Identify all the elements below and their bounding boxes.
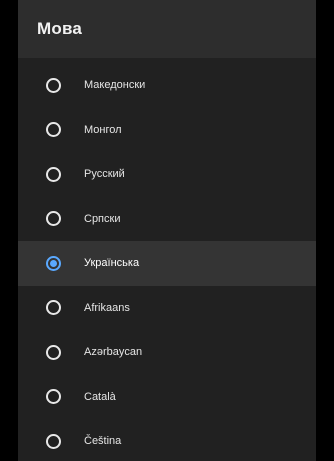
radio-button-icon [46, 389, 61, 405]
radio-button-icon [46, 344, 61, 360]
radio-button-icon [46, 433, 61, 449]
language-option-catalan[interactable]: Català [18, 375, 316, 420]
page-title: Мова [37, 19, 83, 38]
radio-button-icon [46, 255, 61, 271]
language-settings-panel: Мова Македонски Монгол Русский Српски Ук… [18, 0, 316, 461]
language-option-russian[interactable]: Русский [18, 152, 316, 197]
language-option-label: Українська [84, 257, 140, 270]
radio-button-icon [46, 211, 61, 227]
language-option-macedonian[interactable]: Македонски [18, 63, 316, 108]
language-option-label: Македонски [84, 79, 146, 92]
language-option-ukrainian[interactable]: Українська [18, 241, 316, 286]
radio-button-icon [46, 166, 61, 182]
language-option-label: Монгол [84, 123, 122, 136]
language-option-label: Русский [84, 168, 125, 181]
radio-button-icon [46, 122, 61, 138]
language-option-label: Afrikaans [84, 301, 130, 314]
radio-button-icon [46, 300, 61, 316]
language-option-label: Čeština [84, 435, 122, 448]
language-option-czech[interactable]: Čeština [18, 419, 316, 461]
radio-selected-dot-icon [50, 259, 57, 267]
language-option-mongolian[interactable]: Монгол [18, 108, 316, 153]
language-list: Македонски Монгол Русский Српски Українс… [18, 58, 316, 461]
language-option-label: Српски [84, 212, 121, 225]
language-option-afrikaans[interactable]: Afrikaans [18, 286, 316, 331]
language-option-label: Català [84, 390, 116, 403]
language-option-serbian[interactable]: Српски [18, 197, 316, 242]
radio-button-icon [46, 77, 61, 93]
language-option-azerbaijani[interactable]: Azərbaycan [18, 330, 316, 375]
language-option-label: Azərbaycan [84, 346, 143, 359]
panel-header: Мова [18, 0, 316, 58]
